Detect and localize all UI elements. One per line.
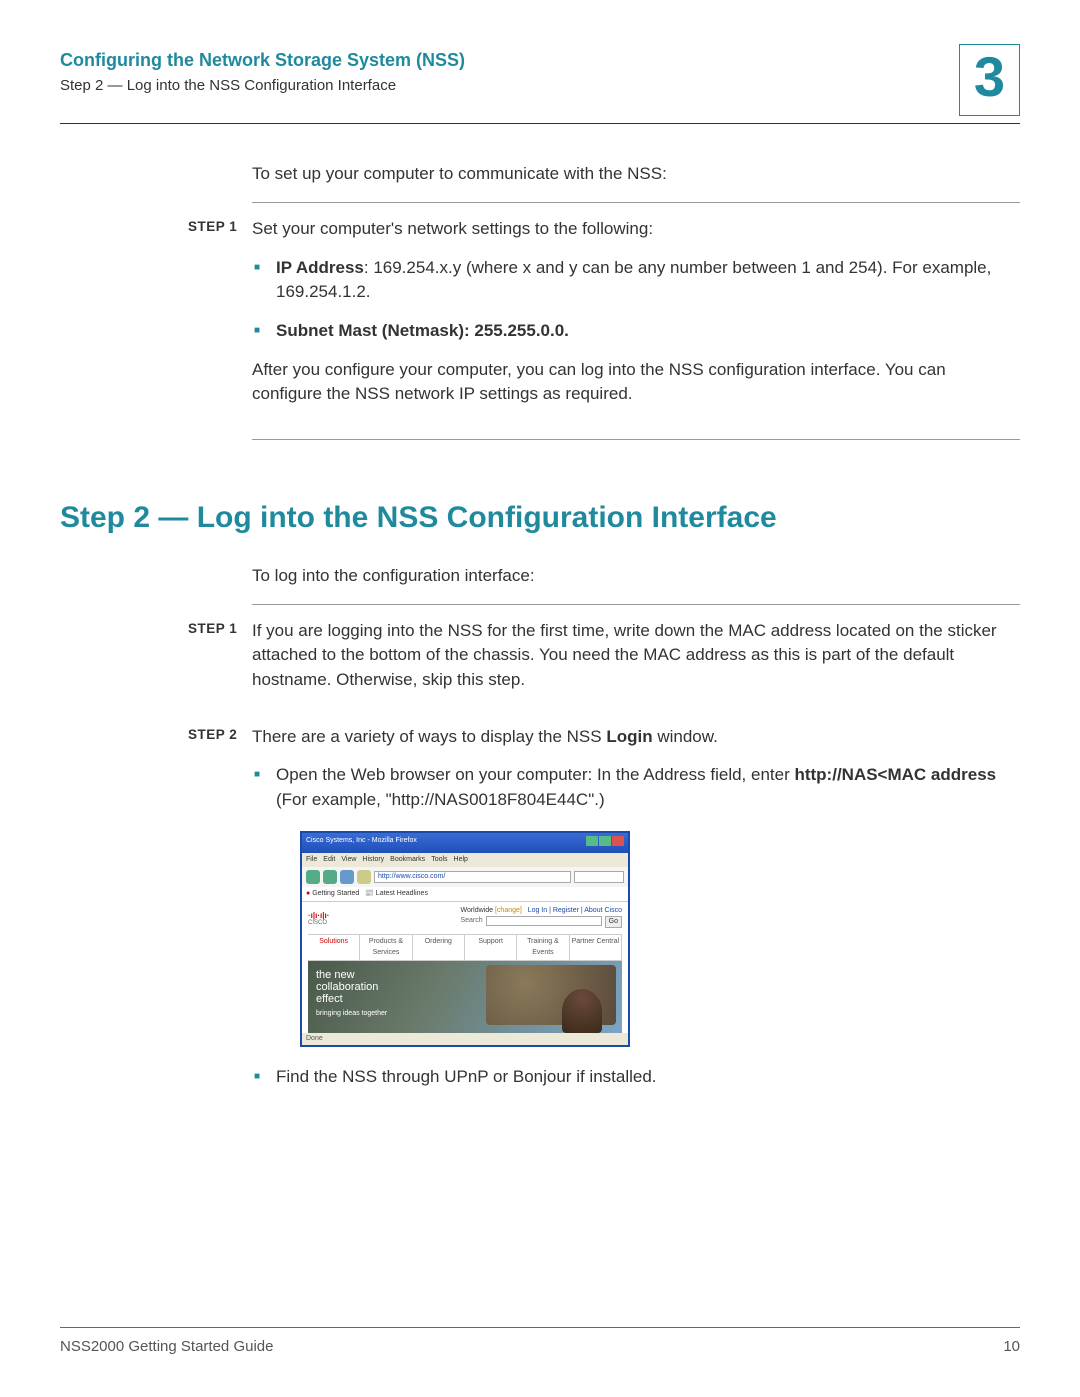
fig-menu-file: File [306, 855, 317, 865]
section2-rule-top [252, 604, 1020, 605]
section1-intro: To set up your computer to communicate w… [252, 164, 1020, 184]
section1-rule-top [252, 202, 1020, 203]
fig-go-button: Go [605, 916, 622, 928]
fig-url-bar: http://www.cisco.com/ [374, 871, 571, 883]
s2-step2-label: STEP 2 [188, 727, 237, 742]
fig-menu-help: Help [454, 855, 468, 865]
step1-bullet-netmask: Subnet Mast (Netmask): 255.255.0.0. [252, 319, 1020, 344]
section1-rule-bottom [252, 439, 1020, 440]
footer-doc-title: NSS2000 Getting Started Guide [60, 1338, 273, 1355]
footer-page-number: 10 [1003, 1338, 1020, 1355]
s2-step2-bold: Login [606, 727, 652, 746]
s2-bullet-upnp: Find the NSS through UPnP or Bonjour if … [252, 1065, 1020, 1090]
s2-step2-pre: There are a variety of ways to display t… [252, 727, 606, 746]
fig-tab-solutions: Solutions [308, 935, 360, 959]
s2-b1-post: (For example, "http://NAS0018F804E44C".) [276, 790, 605, 809]
fig-navbar: http://www.cisco.com/ [302, 867, 628, 887]
fig-back-icon [306, 870, 320, 884]
fig-tab-ordering: Ordering [413, 935, 465, 959]
fig-fwd-icon [323, 870, 337, 884]
fig-home-icon [357, 870, 371, 884]
s2-step1-label: STEP 1 [188, 621, 237, 636]
step1-bullet-ip: IP Address: 169.254.x.y (where x and y c… [252, 256, 1020, 305]
netmask-label: Subnet Mast (Netmask) [276, 321, 464, 340]
step1-text: Set your computer's network settings to … [252, 217, 1020, 242]
ip-address-text: : 169.254.x.y (where x and y can be any … [276, 258, 991, 302]
fig-menu-edit: Edit [323, 855, 335, 865]
fig-tab-support: Support [465, 935, 517, 959]
s2-step2-text: There are a variety of ways to display t… [252, 725, 1020, 750]
fig-tab-products: Products & Services [360, 935, 412, 959]
fig-search-input [486, 916, 602, 926]
fig-worldwide: Worldwide [460, 907, 493, 914]
step1-label: STEP 1 [188, 219, 237, 234]
chapter-number: 3 [974, 49, 1005, 105]
netmask-text: : 255.255.0.0. [464, 321, 569, 340]
fig-status-bar: Done [302, 1033, 628, 1045]
fig-search-label: Search [460, 916, 482, 928]
s2-b1-pre: Open the Web browser on your computer: I… [276, 765, 794, 784]
fig-tab-training: Training & Events [517, 935, 569, 959]
fig-menubar: File Edit View History Bookmarks Tools H… [302, 853, 628, 867]
s2-step2-post: window. [653, 727, 718, 746]
fig-bm2: Latest Headlines [376, 890, 428, 897]
fig-menu-view: View [341, 855, 356, 865]
chapter-title: Configuring the Network Storage System (… [60, 50, 959, 71]
step1-after-text: After you configure your computer, you c… [252, 358, 1020, 407]
fig-tab-partner: Partner Central [570, 935, 622, 959]
fig-bookmark-bar: ● Getting Started 📰 Latest Headlines [302, 887, 628, 902]
fig-hero-banner: the new collaboration effect bringing id… [308, 961, 622, 1033]
fig-menu-bookmarks: Bookmarks [390, 855, 425, 865]
section2-heading: Step 2 — Log into the NSS Configuration … [60, 500, 1020, 536]
chapter-number-box: 3 [959, 44, 1020, 116]
fig-search-box [574, 871, 624, 883]
fig-window-title: Cisco Systems, Inc - Mozilla Firefox [306, 836, 417, 850]
header-rule [60, 123, 1020, 124]
fig-menu-history: History [362, 855, 384, 865]
fig-window-buttons [585, 836, 624, 850]
fig-menu-tools: Tools [431, 855, 447, 865]
s2-b1-bold: http://NAS<MAC address [794, 765, 996, 784]
s2-bullet-browser: Open the Web browser on your computer: I… [252, 763, 1020, 1046]
s2-step1-text: If you are logging into the NSS for the … [252, 619, 1020, 693]
fig-bm1: Getting Started [312, 890, 359, 897]
fig-top-links: Log In | Register | About Cisco [528, 907, 622, 914]
browser-screenshot-figure: Cisco Systems, Inc - Mozilla Firefox Fil… [300, 831, 630, 1047]
fig-change: [change] [495, 907, 522, 914]
fig-reload-icon [340, 870, 354, 884]
page-footer: NSS2000 Getting Started Guide 10 [60, 1327, 1020, 1355]
fig-tabs: Solutions Products & Services Ordering S… [308, 934, 622, 960]
fig-cisco-logo: ·ı|ı·ı|ı· CISCO [308, 912, 329, 926]
ip-address-label: IP Address [276, 258, 364, 277]
breadcrumb: Step 2 — Log into the NSS Configuration … [60, 77, 959, 94]
section2-intro: To log into the configuration interface: [252, 566, 1020, 586]
